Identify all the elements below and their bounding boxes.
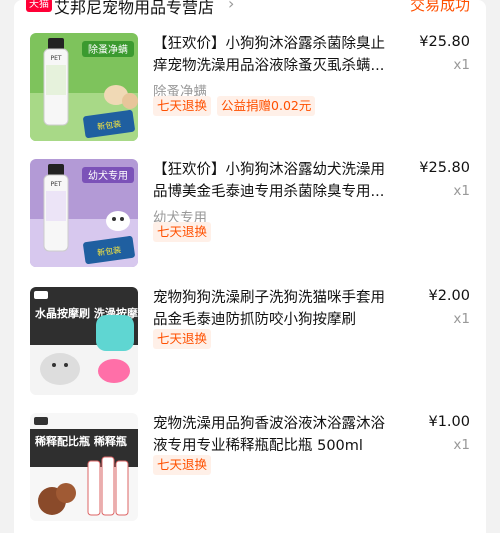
svg-text:PET: PET <box>50 55 61 62</box>
tmall-badge: 天猫 <box>26 0 52 12</box>
store-name[interactable]: 艾邦尼宠物用品专营店 <box>54 0 214 18</box>
product-quantity: x1 <box>453 57 470 73</box>
product-image[interactable]: 水晶按摩刷 洗澡按摩 <box>30 287 138 395</box>
tag-return: 七天退换 <box>153 329 212 349</box>
svg-text:PET: PET <box>50 181 61 188</box>
product-image[interactable]: PET 除蚤净螨 新包装 <box>30 33 138 141</box>
service-tags: 七天退换 <box>153 455 212 475</box>
product-quantity: x1 <box>453 437 470 453</box>
image-label: 稀释配比瓶 稀释瓶 <box>35 434 127 448</box>
product-title[interactable]: 【狂欢价】小狗狗沐浴露杀菌除臭止痒宠物洗澡用品浴液除蚤灭虱杀螨... <box>153 33 398 77</box>
service-tags: 七天退换 公益捐赠0.02元 <box>153 96 316 116</box>
chevron-right-icon: › <box>228 0 235 13</box>
product-title[interactable]: 宠物洗澡用品狗香波浴液沐浴露沐浴液专用专业稀释瓶配比瓶 500ml <box>153 413 398 457</box>
tag-return: 七天退换 <box>153 96 212 116</box>
product-price: ¥25.80 <box>419 34 470 50</box>
product-price: ¥25.80 <box>419 160 470 176</box>
store-header[interactable]: 天猫 艾邦尼宠物用品专营店 › 交易成功 <box>14 0 486 18</box>
order-card: 天猫 艾邦尼宠物用品专营店 › 交易成功 PET 除蚤净螨 新包装 【狂欢价】小… <box>14 0 486 533</box>
tag-return: 七天退换 <box>153 222 212 242</box>
product-item[interactable]: 稀释配比瓶 稀释瓶 宠物洗澡用品狗香波浴液沐浴露沐浴液专用专业稀释瓶配比瓶 50… <box>14 413 486 528</box>
product-title[interactable]: 宠物狗狗洗澡刷子洗狗洗猫咪手套用品金毛泰迪防抓防咬小狗按摩刷 <box>153 287 398 331</box>
image-label: 除蚤净螨 <box>88 43 128 56</box>
tag-donation: 公益捐赠0.02元 <box>217 96 316 116</box>
product-quantity: x1 <box>453 183 470 199</box>
product-item[interactable]: PET 幼犬专用 新包装 【狂欢价】小狗狗沐浴露幼犬洗澡用品博美金毛泰迪专用杀菌… <box>14 159 486 274</box>
product-item[interactable]: PET 除蚤净螨 新包装 【狂欢价】小狗狗沐浴露杀菌除臭止痒宠物洗澡用品浴液除蚤… <box>14 33 486 148</box>
product-quantity: x1 <box>453 311 470 327</box>
tag-return: 七天退换 <box>153 455 212 475</box>
product-title[interactable]: 【狂欢价】小狗狗沐浴露幼犬洗澡用品博美金毛泰迪专用杀菌除臭专用... <box>153 159 398 203</box>
service-tags: 七天退换 <box>153 329 212 349</box>
product-price: ¥2.00 <box>428 288 470 304</box>
product-image[interactable]: 稀释配比瓶 稀释瓶 <box>30 413 138 521</box>
product-image[interactable]: PET 幼犬专用 新包装 <box>30 159 138 267</box>
product-item[interactable]: 水晶按摩刷 洗澡按摩 宠物狗狗洗澡刷子洗狗洗猫咪手套用品金毛泰迪防抓防咬小狗按摩… <box>14 287 486 402</box>
service-tags: 七天退换 <box>153 222 212 242</box>
order-status: 交易成功 <box>409 0 470 14</box>
image-label: 幼犬专用 <box>88 169 128 182</box>
product-price: ¥1.00 <box>428 414 470 430</box>
